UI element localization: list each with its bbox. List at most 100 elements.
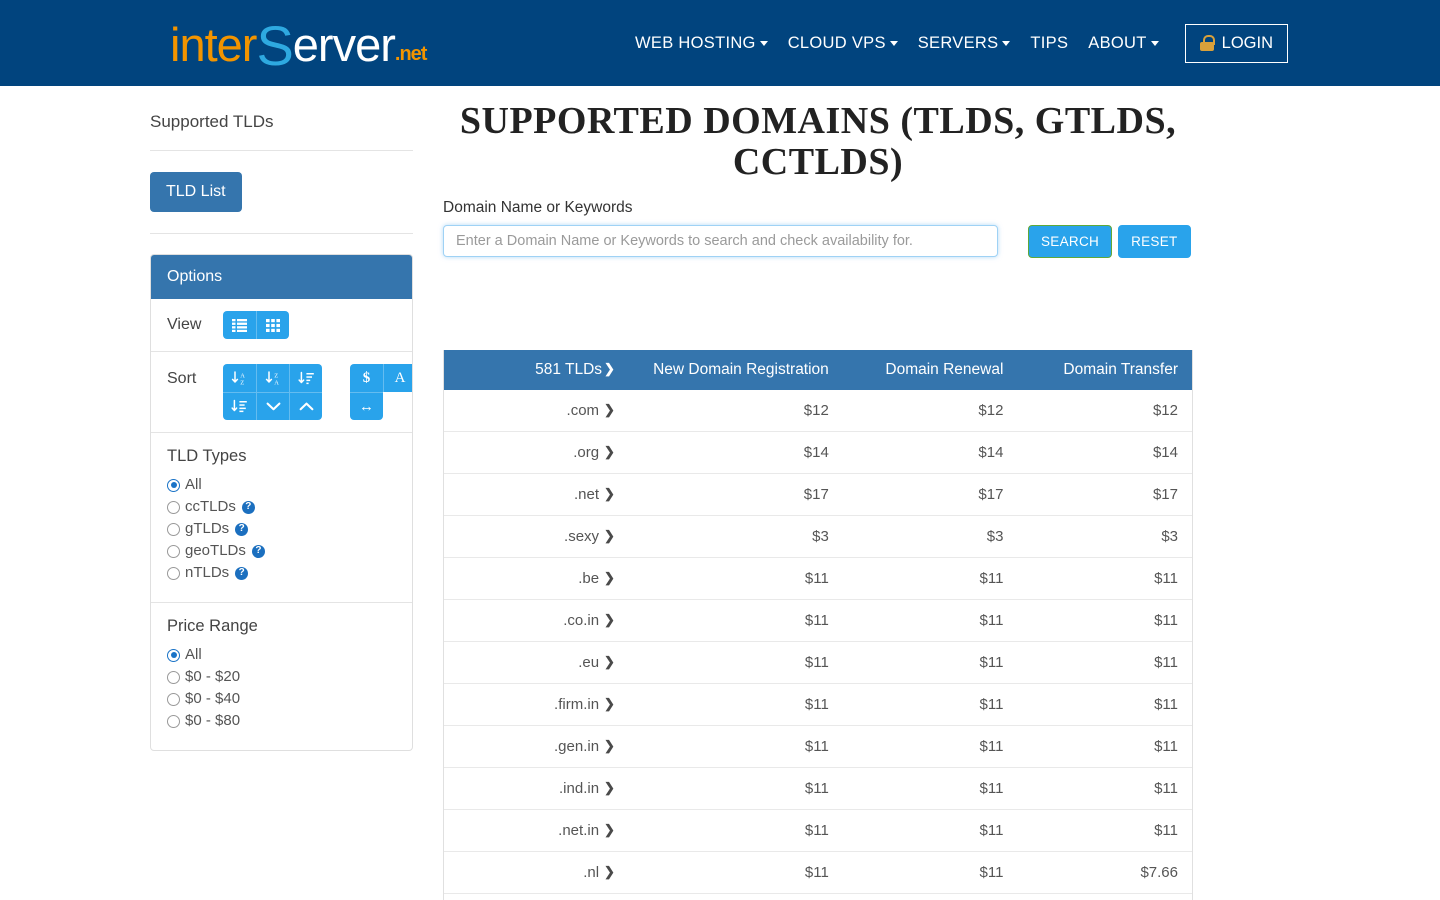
table-row[interactable]: .firm.in ❯ $11 $11 $11 bbox=[444, 683, 1192, 726]
cell-tld[interactable]: .net ❯ bbox=[444, 473, 629, 516]
search-button[interactable]: SEARCH bbox=[1028, 225, 1113, 258]
cell-tld[interactable]: .co.in ❯ bbox=[444, 599, 629, 642]
chevron-up-icon-button[interactable] bbox=[289, 392, 322, 420]
cell-tld[interactable]: .org.in❯ bbox=[444, 894, 629, 900]
tld-type-option-geotlds[interactable]: geoTLDs ? bbox=[167, 542, 396, 560]
nav-item-servers[interactable]: SERVERS bbox=[908, 28, 1021, 59]
radio-icon[interactable] bbox=[167, 714, 180, 728]
sort-alpha-down-alt-icon-button[interactable]: Z A bbox=[256, 364, 289, 392]
table-row[interactable]: .com ❯ $12 $12 $12 bbox=[444, 390, 1192, 432]
tld-name: .com bbox=[566, 402, 600, 419]
cell-tld[interactable]: .com ❯ bbox=[444, 390, 629, 432]
tld-types-title: TLD Types bbox=[167, 447, 247, 465]
table-row[interactable]: .sexy ❯ $3 $3 $3 bbox=[444, 515, 1192, 558]
sort-numeric-down-icon-button[interactable] bbox=[223, 392, 256, 420]
radio-icon[interactable] bbox=[167, 566, 180, 580]
cell-transfer-price: $11 bbox=[1017, 894, 1192, 900]
column-header-new-registration[interactable]: New Domain Registration bbox=[628, 350, 843, 390]
radio-icon[interactable] bbox=[167, 648, 180, 662]
login-button[interactable]: LOGIN bbox=[1184, 23, 1288, 63]
cell-tld[interactable]: .net.in ❯ bbox=[444, 809, 629, 852]
tld-name: .ind.in bbox=[559, 780, 600, 797]
sort-primary-row-1: A Z Z A bbox=[223, 364, 322, 392]
radio-icon[interactable] bbox=[167, 500, 180, 514]
table-row[interactable]: .nl ❯ $11 $11 $7.66 bbox=[444, 851, 1192, 894]
chevron-down-icon-button[interactable] bbox=[256, 392, 289, 420]
letter-a-icon-button[interactable]: A bbox=[383, 364, 412, 392]
chevron-down-icon bbox=[1002, 40, 1011, 46]
table-row[interactable]: .ind.in ❯ $11 $11 $11 bbox=[444, 767, 1192, 810]
column-header-domain-renewal[interactable]: Domain Renewal bbox=[842, 350, 1018, 390]
tld-type-option-all[interactable]: All bbox=[167, 476, 396, 494]
table-row[interactable]: .org ❯ $14 $14 $14 bbox=[444, 431, 1192, 474]
table-row[interactable]: .be ❯ $11 $11 $11 bbox=[444, 557, 1192, 600]
cell-tld[interactable]: .org ❯ bbox=[444, 431, 629, 474]
cell-tld[interactable]: .eu ❯ bbox=[444, 641, 629, 684]
table-row[interactable]: .net.in ❯ $11 $11 $11 bbox=[444, 809, 1192, 852]
nav-item-tips[interactable]: TIPS bbox=[1020, 28, 1078, 59]
nav-item-about[interactable]: ABOUT bbox=[1078, 28, 1168, 59]
view-row: View bbox=[151, 299, 412, 352]
cell-new-registration-price: $17 bbox=[628, 473, 843, 516]
table-row[interactable]: .eu ❯ $11 $11 $11 bbox=[444, 641, 1192, 684]
cell-tld[interactable]: .firm.in ❯ bbox=[444, 683, 629, 726]
column-header-tld-count[interactable]: 581 TLDs ❯ bbox=[444, 350, 629, 390]
cell-new-registration-price: $11 bbox=[628, 683, 843, 726]
radio-icon[interactable] bbox=[167, 478, 180, 492]
nav-item-cloud-vps[interactable]: CLOUD VPS bbox=[778, 28, 908, 59]
reset-button[interactable]: RESET bbox=[1118, 225, 1191, 258]
price-range-option-all[interactable]: All bbox=[167, 646, 396, 664]
tld-name: .be bbox=[578, 570, 600, 587]
tld-type-option-cctlds[interactable]: ccTLDs ? bbox=[167, 498, 396, 516]
chevron-right-icon: ❯ bbox=[604, 696, 615, 711]
radio-icon[interactable] bbox=[167, 544, 180, 558]
price-range-option-0-20[interactable]: $0 - $20 bbox=[167, 668, 396, 686]
sort-amount-down-icon-button[interactable] bbox=[289, 364, 322, 392]
cell-tld[interactable]: .gen.in ❯ bbox=[444, 725, 629, 768]
table-row[interactable]: .co.in ❯ $11 $11 $11 bbox=[444, 599, 1192, 642]
chevron-right-icon: ❯ bbox=[604, 528, 615, 543]
list-view-icon-button[interactable] bbox=[223, 311, 256, 339]
radio-icon[interactable] bbox=[167, 670, 180, 684]
cell-new-registration-price: $11 bbox=[628, 641, 843, 684]
table-row[interactable]: .org.in❯$11$11$11 bbox=[444, 894, 1192, 900]
tld-type-option-gtlds[interactable]: gTLDs ? bbox=[167, 520, 396, 538]
radio-icon[interactable] bbox=[167, 692, 180, 706]
dollar-icon-button[interactable]: $ bbox=[350, 364, 383, 392]
arrows-left-right-icon-button[interactable]: ↔ bbox=[350, 392, 383, 420]
sort-primary-group: A Z Z A bbox=[223, 364, 322, 420]
cell-new-registration-price: $12 bbox=[628, 390, 843, 432]
cell-tld[interactable]: .be ❯ bbox=[444, 557, 629, 600]
chevron-right-icon: ❯ bbox=[604, 444, 615, 459]
price-range-option-0-80[interactable]: $0 - $80 bbox=[167, 712, 396, 730]
nav-item-web-hosting[interactable]: WEB HOSTING bbox=[625, 28, 778, 59]
help-icon[interactable]: ? bbox=[235, 522, 249, 536]
cell-renewal-price: $11 bbox=[842, 599, 1018, 642]
grid-view-icon-button[interactable] bbox=[256, 311, 289, 339]
column-header-domain-transfer[interactable]: Domain Transfer bbox=[1017, 350, 1192, 390]
login-label: LOGIN bbox=[1221, 33, 1273, 52]
table-row[interactable]: .gen.in ❯ $11 $11 $11 bbox=[444, 725, 1192, 768]
chevron-right-icon: ❯ bbox=[604, 402, 615, 417]
cell-tld[interactable]: .sexy ❯ bbox=[444, 515, 629, 558]
tld-type-option-ntlds[interactable]: nTLDs ? bbox=[167, 564, 396, 582]
chevron-down-icon bbox=[1150, 40, 1159, 46]
cell-renewal-price: $11 bbox=[842, 767, 1018, 810]
help-icon[interactable]: ? bbox=[235, 566, 249, 580]
cell-tld[interactable]: .ind.in ❯ bbox=[444, 767, 629, 810]
tld-count-label: 581 TLDs bbox=[535, 361, 603, 378]
interserver-logo[interactable]: inter Server .net bbox=[170, 16, 427, 74]
chevron-right-icon: ❯ bbox=[604, 612, 615, 627]
sort-primary-row-2 bbox=[223, 392, 322, 420]
help-icon[interactable]: ? bbox=[251, 544, 265, 558]
tld-list-button[interactable]: TLD List bbox=[150, 172, 242, 212]
tld-name: .co.in bbox=[563, 612, 600, 629]
price-range-option-0-40[interactable]: $0 - $40 bbox=[167, 690, 396, 708]
chevron-right-icon: ❯ bbox=[604, 361, 615, 376]
table-row[interactable]: .net ❯ $17 $17 $17 bbox=[444, 473, 1192, 516]
sort-alpha-down-icon-button[interactable]: A Z bbox=[223, 364, 256, 392]
radio-icon[interactable] bbox=[167, 522, 180, 536]
help-icon[interactable]: ? bbox=[241, 500, 255, 514]
search-input[interactable] bbox=[443, 225, 998, 257]
cell-tld[interactable]: .nl ❯ bbox=[444, 851, 629, 894]
